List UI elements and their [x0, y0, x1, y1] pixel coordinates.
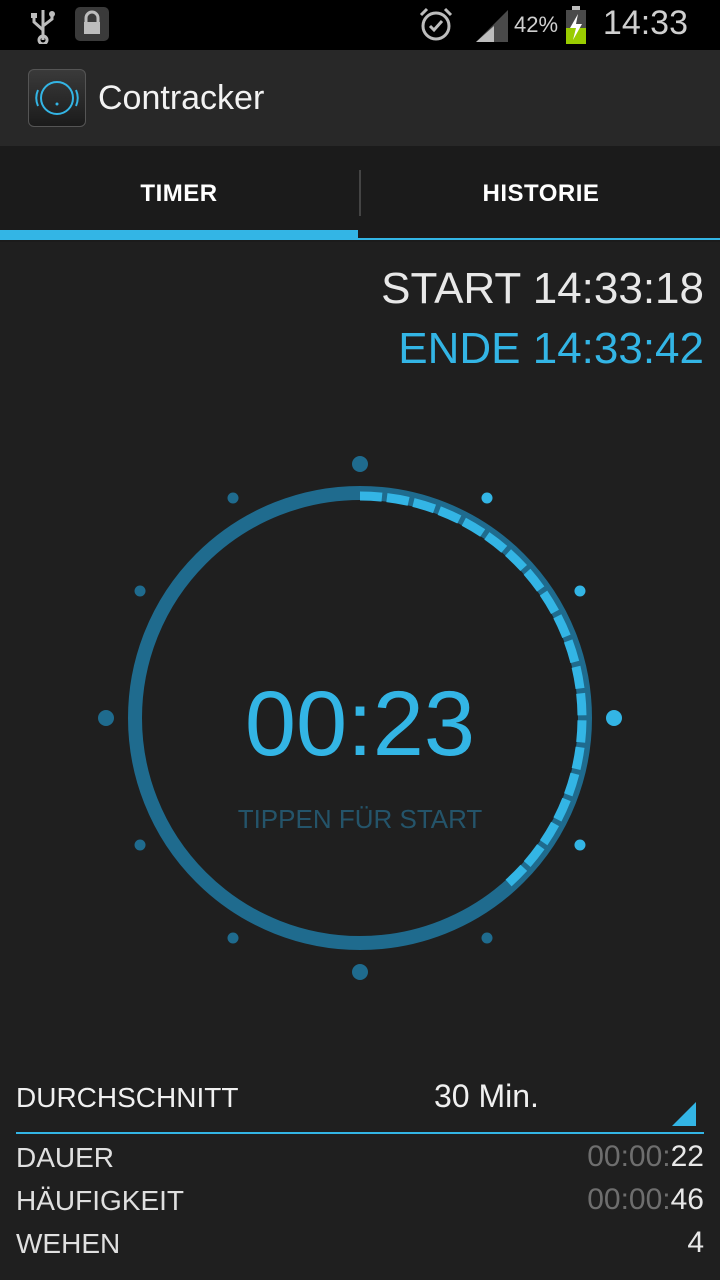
- stat-value: 00:00:22: [587, 1140, 704, 1174]
- stat-value: 00:00:46: [587, 1183, 704, 1217]
- action-bar: Contracker: [0, 50, 720, 146]
- app-logo-icon[interactable]: [28, 69, 86, 127]
- app-logo-ring: [35, 81, 79, 115]
- hour-dot: [352, 964, 368, 980]
- stat-value-dim: 00:00:: [587, 1140, 671, 1173]
- average-row[interactable]: DURCHSCHNITT 30 Min.: [16, 1070, 704, 1134]
- hour-dot: [481, 492, 493, 504]
- spinner-corner-icon[interactable]: [672, 1102, 696, 1126]
- hour-dot: [574, 585, 586, 597]
- average-value[interactable]: 30 Min.: [434, 1078, 539, 1115]
- timer-hint: TIPPEN FÜR START: [237, 804, 483, 834]
- app-title: Contracker: [98, 79, 265, 117]
- tab-selected-indicator: [0, 230, 358, 240]
- stat-label: WEHEN: [16, 1228, 121, 1259]
- end-time: ENDE 14:33:42: [398, 324, 704, 373]
- usb-icon: [31, 10, 55, 44]
- stat-value-bright: 46: [670, 1183, 704, 1216]
- hour-dot: [227, 932, 239, 944]
- signal-icon: [476, 10, 508, 42]
- stat-row-dauer: DAUER 00:00:22: [16, 1138, 704, 1181]
- hour-dot: [134, 839, 146, 851]
- stat-row-haeufigkeit: HÄUFIGKEIT 00:00:46: [16, 1181, 704, 1224]
- stat-value: 4: [687, 1226, 704, 1260]
- tab-timer[interactable]: TIMER: [0, 146, 358, 242]
- hour-dot: [352, 456, 368, 472]
- tab-bar: TIMER HISTORIE: [0, 146, 720, 242]
- battery-percent: 42%: [514, 12, 559, 37]
- hour-dot: [481, 932, 493, 944]
- stats-panel: DURCHSCHNITT 30 Min. DAUER 00:00:22 HÄUF…: [16, 1070, 704, 1267]
- status-bar: 42% 14:33: [0, 0, 720, 50]
- battery-charging-icon: [566, 6, 586, 44]
- hour-dot: [574, 839, 586, 851]
- alarm-icon: [419, 7, 453, 41]
- stat-value-bright: 4: [687, 1226, 704, 1259]
- status-time: 14:33: [602, 4, 688, 42]
- hour-dot: [227, 492, 239, 504]
- tab-divider: [359, 170, 361, 216]
- stat-label: HÄUFIGKEIT: [16, 1185, 185, 1216]
- lock-icon: [75, 7, 109, 41]
- start-time: START 14:33:18: [381, 264, 704, 313]
- hour-dot: [134, 585, 146, 597]
- tab-historie[interactable]: HISTORIE: [362, 146, 720, 242]
- timer-display[interactable]: 00:23: [0, 672, 720, 777]
- stat-label: DAUER: [16, 1142, 115, 1173]
- average-label: DURCHSCHNITT: [16, 1082, 239, 1113]
- tab-underline: [358, 238, 720, 240]
- stat-value-dim: 00:00:: [587, 1183, 671, 1216]
- average-underline: [16, 1132, 704, 1134]
- stat-value-bright: 22: [670, 1140, 704, 1173]
- stat-row-wehen: WEHEN 4: [16, 1224, 704, 1267]
